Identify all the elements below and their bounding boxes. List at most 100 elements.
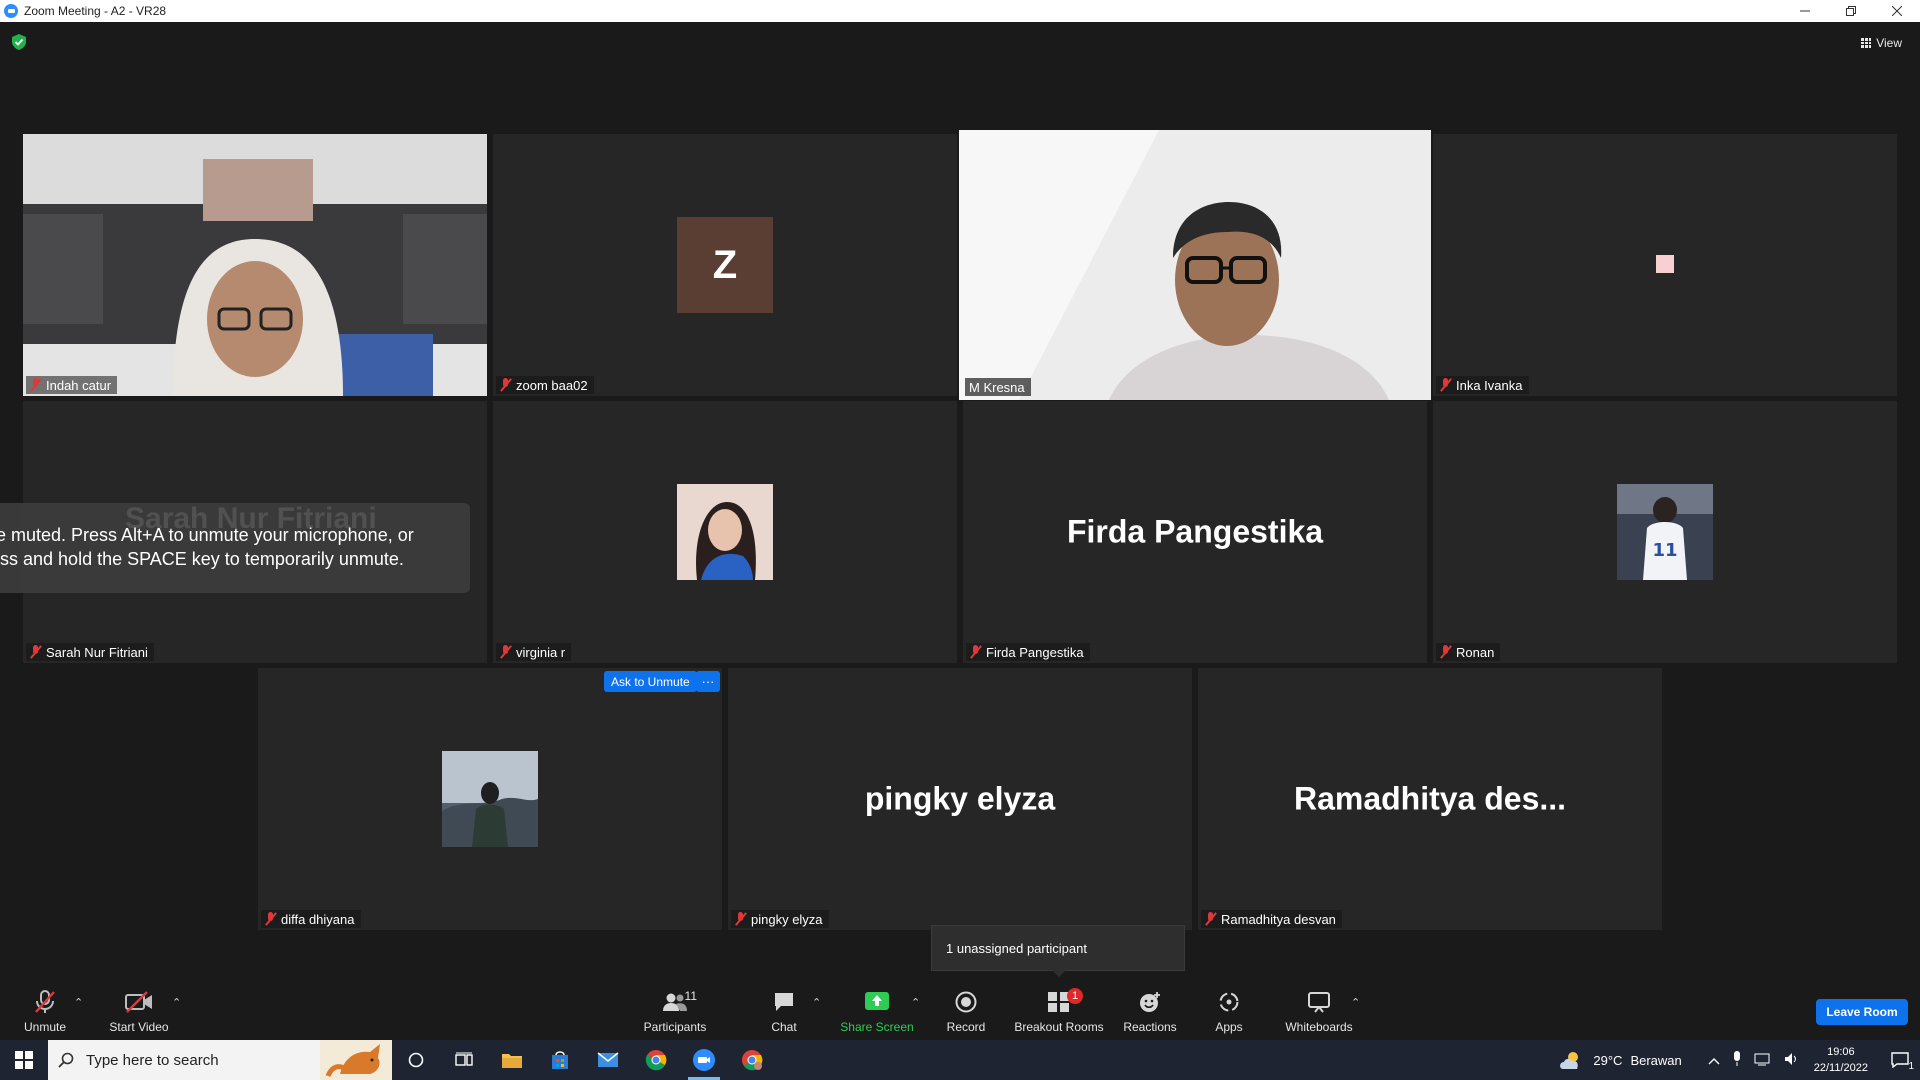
close-button[interactable] bbox=[1874, 0, 1920, 22]
participant-big-name: pingky elyza bbox=[864, 780, 1056, 817]
participants-button[interactable]: 11 Participants bbox=[640, 980, 710, 1040]
zoom-window: Zoom Meeting - A2 - VR28 View Indah catu… bbox=[0, 0, 1920, 1080]
view-label: View bbox=[1876, 36, 1902, 50]
task-view-icon bbox=[455, 1052, 473, 1066]
tray-expand-icon[interactable] bbox=[1708, 1053, 1720, 1068]
participant-tile-m-kresna[interactable]: M Kresna bbox=[959, 130, 1431, 400]
minimize-button[interactable] bbox=[1782, 0, 1828, 22]
cortana-icon bbox=[408, 1052, 424, 1068]
file-explorer-taskbar-button[interactable] bbox=[488, 1040, 536, 1080]
restore-icon bbox=[1846, 6, 1856, 16]
zoom-taskbar-button[interactable] bbox=[680, 1040, 728, 1080]
close-icon bbox=[1892, 6, 1902, 16]
clock-date: 22/11/2022 bbox=[1813, 1062, 1868, 1074]
participant-tile-pingky-elyza[interactable]: pingky elyza pingky elyza bbox=[728, 668, 1192, 930]
task-view-button[interactable] bbox=[440, 1040, 488, 1080]
breakout-rooms-button[interactable]: 1 Breakout Rooms bbox=[1012, 980, 1106, 1040]
network-icon[interactable] bbox=[1754, 1052, 1772, 1069]
participant-name-chip: Ramadhitya desvan bbox=[1201, 910, 1342, 928]
notifications-button[interactable]: 1 bbox=[1880, 1040, 1920, 1080]
participant-name: Ronan bbox=[1456, 644, 1495, 660]
chat-label: Chat bbox=[771, 1020, 797, 1034]
windows-taskbar: Type here to search 29°C Berawan 19:06 2… bbox=[0, 1040, 1920, 1080]
taskbar-clock[interactable]: 19:06 22/11/2022 bbox=[1814, 1044, 1868, 1076]
record-icon bbox=[952, 989, 980, 1015]
view-button[interactable]: View bbox=[1861, 34, 1902, 52]
participant-tile-firda-pangestika[interactable]: Firda Pangestika Firda Pangestika bbox=[963, 401, 1427, 663]
participants-label: Participants bbox=[643, 1020, 707, 1034]
mail-taskbar-button[interactable] bbox=[584, 1040, 632, 1080]
record-button[interactable]: Record bbox=[944, 980, 988, 1040]
participant-name-chip: M Kresna bbox=[965, 378, 1031, 396]
weather-widget[interactable]: 29°C Berawan bbox=[1559, 1049, 1682, 1071]
mic-muted-icon bbox=[500, 378, 512, 392]
chat-options-caret[interactable]: ⌃ bbox=[812, 996, 821, 1009]
whiteboard-options-caret[interactable]: ⌃ bbox=[1351, 996, 1360, 1009]
cloudy-weather-icon bbox=[1560, 1052, 1579, 1069]
grid-view-icon bbox=[1861, 38, 1872, 48]
start-video-label: Start Video bbox=[109, 1020, 169, 1034]
start-button[interactable] bbox=[0, 1040, 48, 1080]
participant-name-chip: virginia r bbox=[496, 643, 572, 661]
mic-muted-icon bbox=[1205, 912, 1217, 926]
mic-muted-icon bbox=[735, 912, 747, 926]
taskbar-search[interactable]: Type here to search bbox=[48, 1040, 392, 1080]
svg-text:11: 11 bbox=[1652, 540, 1677, 561]
participant-tile-zoom-baa02[interactable]: Z zoom baa02 bbox=[493, 134, 957, 396]
whiteboard-icon bbox=[1305, 989, 1333, 1015]
unmute-button[interactable]: Unmute bbox=[22, 980, 68, 1040]
chrome-taskbar-button[interactable] bbox=[632, 1040, 680, 1080]
audio-options-caret[interactable]: ⌃ bbox=[74, 996, 83, 1009]
mic-muted-icon bbox=[1440, 645, 1452, 659]
participant-name: Indah catur bbox=[46, 377, 112, 393]
breakout-rooms-label: Breakout Rooms bbox=[1014, 1020, 1104, 1034]
restore-button[interactable] bbox=[1828, 0, 1874, 22]
microphone-in-use-icon[interactable] bbox=[1732, 1050, 1742, 1070]
reactions-button[interactable]: Reactions bbox=[1122, 980, 1178, 1040]
avatar bbox=[1656, 255, 1674, 273]
apps-button[interactable]: Apps bbox=[1212, 980, 1246, 1040]
store-taskbar-button[interactable] bbox=[536, 1040, 584, 1080]
record-label: Record bbox=[946, 1020, 986, 1034]
whiteboards-button[interactable]: Whiteboards bbox=[1282, 980, 1356, 1040]
muted-notification-line1: re muted. Press Alt+A to unmute your mic… bbox=[0, 525, 414, 545]
participant-name: Firda Pangestika bbox=[986, 644, 1084, 660]
chat-button[interactable]: Chat bbox=[766, 980, 802, 1040]
weather-temperature: 29°C bbox=[1593, 1052, 1623, 1068]
mail-icon bbox=[597, 1052, 619, 1067]
chrome-icon bbox=[742, 1050, 763, 1071]
ask-to-unmute-button[interactable]: Ask to Unmute bbox=[604, 671, 697, 692]
chat-icon bbox=[770, 989, 798, 1015]
participant-name: Sarah Nur Fitriani bbox=[46, 644, 148, 660]
encryption-shield-icon[interactable] bbox=[12, 34, 26, 50]
participant-tile-ramadhitya-desvan[interactable]: Ramadhitya des... Ramadhitya desvan bbox=[1198, 668, 1662, 930]
share-screen-icon bbox=[863, 989, 891, 1015]
participant-name: virginia r bbox=[516, 644, 566, 660]
start-video-button[interactable]: Start Video bbox=[106, 980, 172, 1040]
whiteboards-label: Whiteboards bbox=[1285, 1020, 1353, 1034]
search-placeholder: Type here to search bbox=[86, 1051, 219, 1069]
folder-icon bbox=[502, 1054, 522, 1068]
chrome-profile-taskbar-button[interactable] bbox=[728, 1040, 776, 1080]
share-screen-button[interactable]: Share Screen bbox=[840, 980, 914, 1040]
participant-tile-inka-ivanka[interactable]: Inka Ivanka bbox=[1433, 134, 1897, 396]
mic-muted-icon bbox=[31, 989, 59, 1015]
video-feed-image bbox=[23, 134, 487, 396]
breakout-rooms-icon: 1 bbox=[1039, 988, 1083, 1015]
mic-muted-icon bbox=[1440, 378, 1452, 392]
participant-tile-indah-catur[interactable]: Indah catur bbox=[23, 134, 487, 396]
participant-tile-diffa-dhiyana[interactable]: diffa dhiyana bbox=[258, 668, 722, 930]
leave-room-button[interactable]: Leave Room bbox=[1816, 999, 1908, 1025]
cortana-button[interactable] bbox=[392, 1040, 440, 1080]
participant-tile-virginia-r[interactable]: virginia r bbox=[493, 401, 957, 663]
participant-tile-ronan[interactable]: 11 Ronan bbox=[1433, 401, 1897, 663]
mic-muted-icon bbox=[500, 645, 512, 659]
video-options-caret[interactable]: ⌃ bbox=[172, 996, 181, 1009]
weather-description: Berawan bbox=[1630, 1052, 1682, 1068]
muted-notification: Sarah Nur Fitriani re muted. Press Alt+A… bbox=[0, 503, 470, 593]
participant-big-name: Ramadhitya des... bbox=[1293, 780, 1567, 817]
more-options-button[interactable]: ··· bbox=[696, 671, 720, 692]
minimize-icon bbox=[1800, 10, 1810, 12]
volume-icon[interactable] bbox=[1784, 1052, 1800, 1069]
share-options-caret[interactable]: ⌃ bbox=[911, 996, 920, 1009]
